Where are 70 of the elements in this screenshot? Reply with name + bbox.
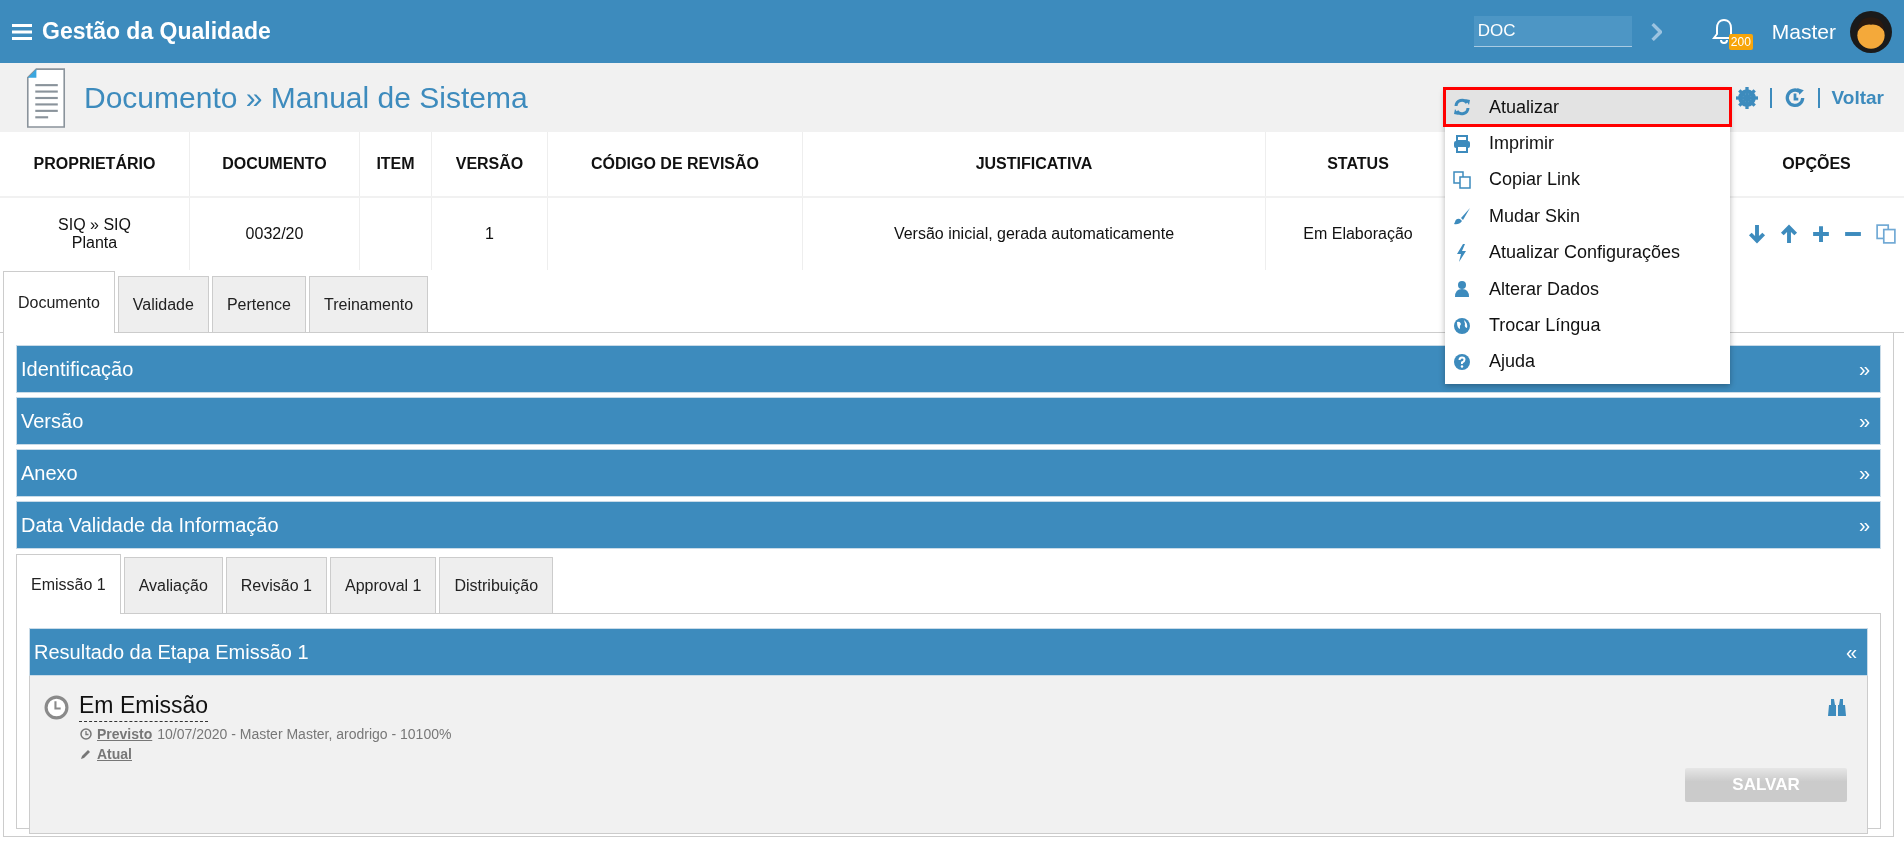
- tab[interactable]: Pertence: [211, 276, 306, 332]
- app-title: Gestão da Qualidade: [42, 18, 271, 45]
- chevron-right-icon[interactable]: [1649, 22, 1662, 41]
- menu-item[interactable]: Trocar Língua: [1445, 307, 1730, 344]
- user-icon: [1453, 280, 1471, 299]
- column-header: PROPRIETÁRIO: [0, 132, 190, 196]
- column-header: DOCUMENTO: [190, 132, 360, 196]
- column-header: JUSTIFICATIVA: [803, 132, 1266, 196]
- section-title: Anexo: [21, 461, 78, 485]
- table-cell: 1: [485, 225, 494, 243]
- current-link[interactable]: Atual: [97, 746, 132, 762]
- planned-link[interactable]: Previsto: [97, 726, 153, 742]
- column-header: ITEM: [360, 132, 432, 196]
- expand-toggle[interactable]: »: [1858, 409, 1870, 433]
- expand-toggle[interactable]: »: [1858, 357, 1870, 381]
- tab[interactable]: Emissão 1: [16, 554, 121, 614]
- table-cell-text: SIQ » SIQ Planta: [57, 216, 132, 252]
- stage-status[interactable]: Em Emissão: [79, 692, 209, 722]
- column-header: OPÇÕES: [1781, 153, 1852, 174]
- tab[interactable]: Distribuição: [439, 557, 554, 613]
- tab[interactable]: Documento: [3, 271, 115, 333]
- section-bar[interactable]: Versão »: [16, 397, 1881, 445]
- plus-icon[interactable]: [1812, 225, 1830, 243]
- copy-icon[interactable]: [1876, 224, 1896, 244]
- tab[interactable]: Revisão 1: [225, 557, 327, 613]
- tab[interactable]: Avaliação: [123, 557, 223, 613]
- menu-icon[interactable]: [12, 23, 32, 40]
- menu-item[interactable]: Atualizar: [1445, 89, 1730, 126]
- column-header: VERSÃO: [432, 132, 548, 196]
- arrow-down-icon[interactable]: [1748, 224, 1766, 244]
- refresh-icon: [1453, 98, 1471, 117]
- tab[interactable]: Validade: [117, 276, 209, 332]
- help-icon: [1453, 352, 1471, 371]
- globe-icon: [1453, 316, 1471, 335]
- menu-item[interactable]: Ajuda: [1445, 343, 1730, 381]
- page-title: Documento » Manual de Sistema: [84, 80, 528, 115]
- result-title: Resultado da Etapa Emissão 1: [34, 640, 309, 664]
- section-title: Identificação: [21, 357, 134, 381]
- menu-item[interactable]: Alterar Dados: [1445, 270, 1730, 308]
- pencil-icon: [80, 748, 92, 760]
- section-bar[interactable]: Data Validade da Informação »: [16, 501, 1881, 549]
- brush-icon: [1453, 207, 1471, 226]
- tab[interactable]: Approval 1: [329, 557, 437, 613]
- table-cell: 0032/20: [245, 225, 304, 243]
- table-cell: Versão inicial, gerada automaticamente: [893, 225, 1175, 243]
- binoculars-icon[interactable]: [1827, 697, 1847, 717]
- clock-icon: [80, 728, 92, 740]
- history-icon[interactable]: [1783, 86, 1806, 109]
- section-title: Versão: [21, 409, 84, 433]
- settings-icon[interactable]: [1735, 86, 1758, 109]
- expand-toggle[interactable]: »: [1858, 513, 1870, 537]
- column-header: CÓDIGO DE REVISÃO: [548, 132, 803, 196]
- copy-icon: [1453, 170, 1471, 189]
- clock-icon: [44, 694, 69, 720]
- print-icon: [1453, 134, 1471, 153]
- tab[interactable]: Treinamento: [308, 276, 429, 332]
- section-title: Data Validade da Informação: [21, 513, 279, 537]
- user-name[interactable]: Master: [1771, 19, 1836, 44]
- table-cell: Em Elaboração: [1303, 225, 1413, 243]
- planned-text: 10/07/2020 - Master Master, arodrigo - 10100%: [157, 726, 452, 742]
- document-icon: [26, 67, 66, 128]
- arrow-up-icon[interactable]: [1780, 224, 1798, 244]
- menu-item[interactable]: Mudar Skin: [1445, 198, 1730, 235]
- section-bar[interactable]: Anexo »: [16, 449, 1881, 497]
- expand-toggle[interactable]: »: [1858, 461, 1870, 485]
- avatar[interactable]: [1850, 10, 1892, 53]
- menu-item[interactable]: Atualizar Configurações: [1445, 234, 1730, 271]
- collapse-toggle[interactable]: «: [1845, 640, 1857, 664]
- result-bar[interactable]: Resultado da Etapa Emissão 1 «: [29, 628, 1868, 676]
- notification-badge: 200: [1728, 33, 1753, 50]
